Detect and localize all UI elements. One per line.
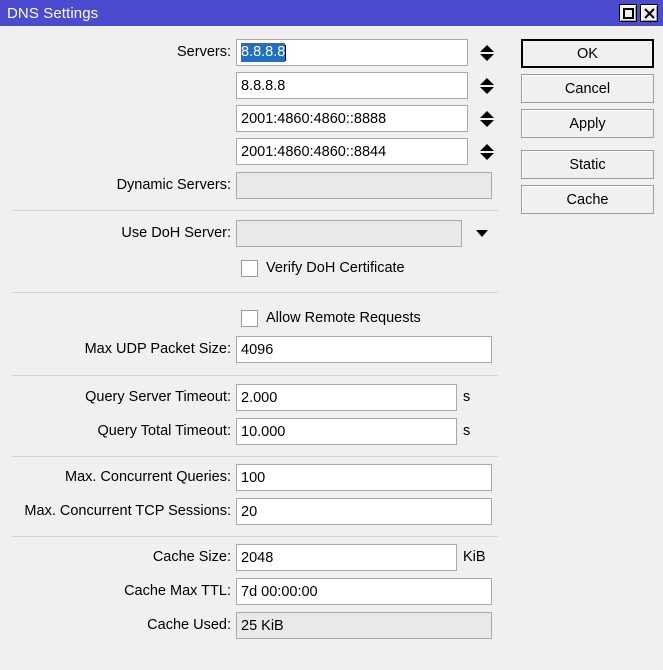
spinner-up-icon	[480, 144, 494, 151]
servers-input-4[interactable]: 2001:4860:4860::8844	[236, 138, 468, 165]
servers-row-2: 8.8.8.8	[0, 72, 520, 99]
servers-spinner-1[interactable]	[476, 39, 498, 66]
servers-label: Servers:	[0, 45, 236, 60]
separator-5	[12, 536, 498, 537]
cache-used-value: 25 KiB	[241, 618, 284, 634]
dynamic-servers-label: Dynamic Servers:	[0, 178, 236, 193]
query-server-timeout-unit: s	[457, 390, 470, 405]
use-doh-server-dropdown-button[interactable]	[472, 220, 492, 247]
restore-window-icon	[623, 8, 634, 19]
spinner-up-icon	[480, 111, 494, 118]
servers-input-1-value: 8.8.8.8	[241, 43, 285, 62]
use-doh-server-input[interactable]	[236, 220, 462, 247]
servers-spinner-3[interactable]	[476, 105, 498, 132]
window-title: DNS Settings	[0, 5, 98, 22]
cache-button[interactable]: Cache	[521, 185, 654, 214]
max-concurrent-queries-input[interactable]: 100	[236, 464, 492, 491]
spinner-down-icon	[480, 54, 494, 61]
close-icon	[644, 8, 655, 19]
servers-input-2[interactable]: 8.8.8.8	[236, 72, 468, 99]
static-button[interactable]: Static	[521, 150, 654, 179]
restore-window-button[interactable]	[619, 4, 637, 22]
max-udp-packet-size-row: Max UDP Packet Size: 4096	[0, 336, 520, 363]
servers-input-3[interactable]: 2001:4860:4860::8888	[236, 105, 468, 132]
allow-remote-requests-row[interactable]: Allow Remote Requests	[241, 306, 421, 330]
cache-size-row: Cache Size: 2048 KiB	[0, 544, 520, 571]
cache-size-label: Cache Size:	[0, 550, 236, 565]
separator-4	[12, 456, 498, 457]
max-concurrent-queries-label: Max. Concurrent Queries:	[0, 470, 236, 485]
max-udp-packet-size-label: Max UDP Packet Size:	[0, 342, 236, 357]
servers-input-1[interactable]: 8.8.8.8	[236, 39, 468, 66]
use-doh-server-row: Use DoH Server:	[0, 220, 520, 247]
cancel-button[interactable]: Cancel	[521, 74, 654, 103]
separator-2	[12, 292, 498, 293]
servers-spinner-2[interactable]	[476, 72, 498, 99]
spinner-up-icon	[480, 45, 494, 52]
max-concurrent-queries-row: Max. Concurrent Queries: 100	[0, 464, 520, 491]
max-concurrent-queries-value: 100	[241, 470, 265, 486]
separator-1	[12, 210, 498, 211]
cache-used-row: Cache Used: 25 KiB	[0, 612, 520, 639]
query-server-timeout-row: Query Server Timeout: 2.000 s	[0, 384, 520, 411]
window-controls	[619, 4, 663, 22]
max-concurrent-tcp-sessions-label: Max. Concurrent TCP Sessions:	[0, 504, 236, 519]
query-server-timeout-value: 2.000	[241, 390, 277, 406]
verify-doh-certificate-checkbox[interactable]	[241, 260, 258, 277]
query-total-timeout-input[interactable]: 10.000	[236, 418, 457, 445]
spinner-down-icon	[480, 120, 494, 127]
servers-row-3: 2001:4860:4860::8888	[0, 105, 520, 132]
dynamic-servers-row: Dynamic Servers:	[0, 172, 520, 199]
chevron-down-icon	[476, 230, 488, 237]
close-window-button[interactable]	[640, 4, 658, 22]
allow-remote-requests-checkbox[interactable]	[241, 310, 258, 327]
query-total-timeout-value: 10.000	[241, 424, 285, 440]
query-total-timeout-unit: s	[457, 424, 470, 439]
cache-size-value: 2048	[241, 550, 273, 566]
query-total-timeout-row: Query Total Timeout: 10.000 s	[0, 418, 520, 445]
max-concurrent-tcp-sessions-row: Max. Concurrent TCP Sessions: 20	[0, 498, 520, 525]
max-udp-packet-size-value: 4096	[241, 342, 273, 358]
cache-max-ttl-row: Cache Max TTL: 7d 00:00:00	[0, 578, 520, 605]
verify-doh-certificate-label: Verify DoH Certificate	[266, 261, 405, 276]
cache-size-unit: KiB	[457, 550, 486, 565]
spinner-down-icon	[480, 153, 494, 160]
servers-row-4: 2001:4860:4860::8844	[0, 138, 520, 165]
cache-used-label: Cache Used:	[0, 618, 236, 633]
servers-spinner-4[interactable]	[476, 138, 498, 165]
query-server-timeout-input[interactable]: 2.000	[236, 384, 457, 411]
dynamic-servers-input	[236, 172, 492, 199]
query-server-timeout-label: Query Server Timeout:	[0, 390, 236, 405]
window-titlebar: DNS Settings	[0, 0, 663, 26]
dns-settings-form: Servers: 8.8.8.8 8.8.8.8 2001:4860:4860:…	[0, 26, 663, 670]
cache-max-ttl-value: 7d 00:00:00	[241, 584, 318, 600]
spinner-up-icon	[480, 78, 494, 85]
use-doh-server-label: Use DoH Server:	[0, 226, 236, 241]
servers-input-4-value: 2001:4860:4860::8844	[241, 144, 386, 160]
ok-button[interactable]: OK	[521, 39, 654, 68]
max-concurrent-tcp-sessions-input[interactable]: 20	[236, 498, 492, 525]
verify-doh-certificate-row[interactable]: Verify DoH Certificate	[241, 256, 405, 280]
servers-input-2-value: 8.8.8.8	[241, 78, 285, 94]
separator-3	[12, 375, 498, 376]
cache-used-value-field: 25 KiB	[236, 612, 492, 639]
max-udp-packet-size-input[interactable]: 4096	[236, 336, 492, 363]
text-caret	[285, 45, 286, 61]
allow-remote-requests-label: Allow Remote Requests	[266, 311, 421, 326]
servers-row-1: Servers: 8.8.8.8	[0, 39, 520, 66]
apply-button[interactable]: Apply	[521, 109, 654, 138]
max-concurrent-tcp-sessions-value: 20	[241, 504, 257, 520]
cache-max-ttl-label: Cache Max TTL:	[0, 584, 236, 599]
cache-max-ttl-input[interactable]: 7d 00:00:00	[236, 578, 492, 605]
cache-size-input[interactable]: 2048	[236, 544, 457, 571]
spinner-down-icon	[480, 87, 494, 94]
servers-input-3-value: 2001:4860:4860::8888	[241, 111, 386, 127]
query-total-timeout-label: Query Total Timeout:	[0, 424, 236, 439]
